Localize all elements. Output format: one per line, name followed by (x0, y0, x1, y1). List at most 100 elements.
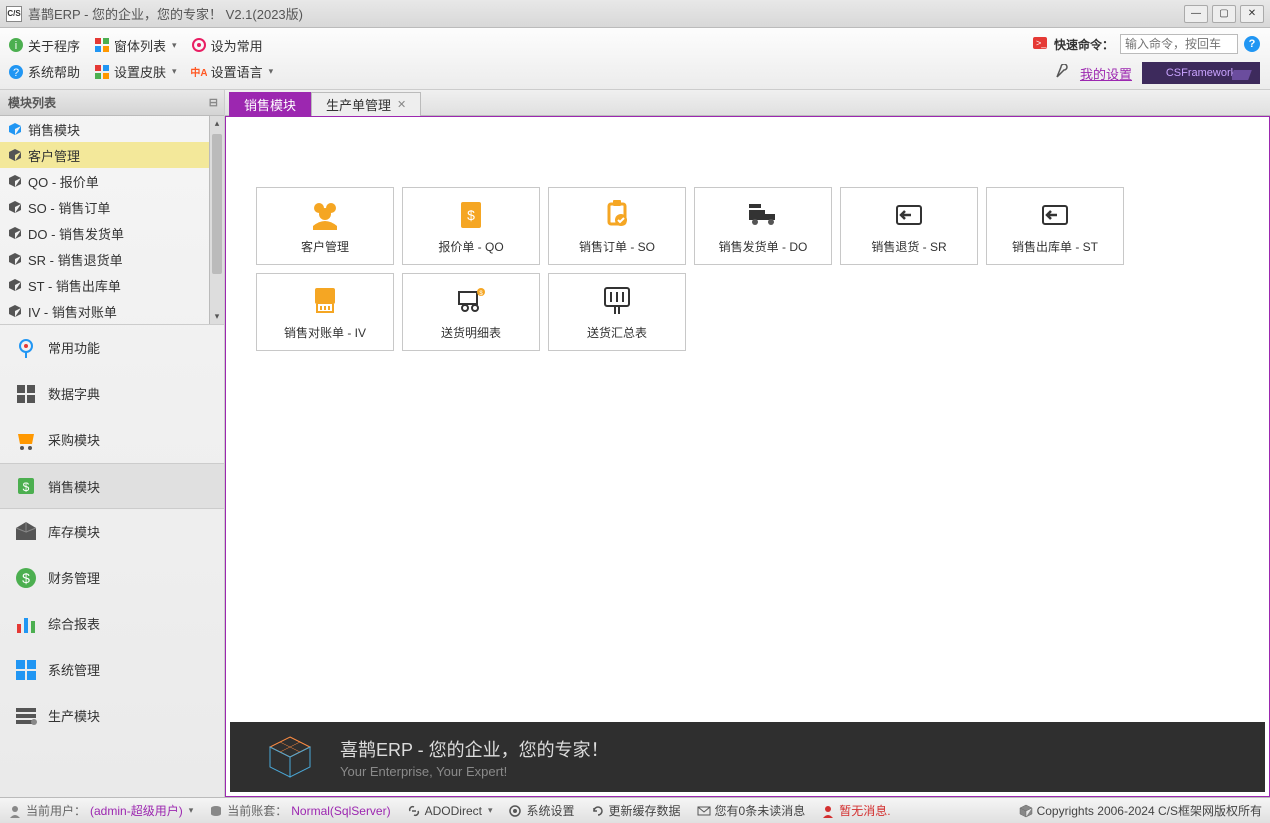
cube-icon (8, 252, 22, 266)
tile-invoice[interactable]: 销售对账单 - IV (256, 273, 394, 351)
toolbar: i 关于程序 窗体列表▾ 设为常用 ? 系统帮助 设置皮肤▾ 中A 设置语言▾ … (0, 28, 1270, 90)
tile-truck[interactable]: 销售发货单 - DO (694, 187, 832, 265)
tile-label: 送货汇总表 (587, 324, 647, 341)
close-button[interactable]: ✕ (1240, 5, 1264, 23)
windows-list-button[interactable]: 窗体列表▾ (94, 36, 177, 55)
tile-summary[interactable]: 送货汇总表 (548, 273, 686, 351)
sb-refresh[interactable]: 更新缓存数据 (591, 802, 681, 819)
sb-db-label: 当前账套： (227, 802, 287, 819)
tree-item-label: 客户管理 (28, 146, 80, 165)
tile-return[interactable]: 销售退货 - SR (840, 187, 978, 265)
tile-users[interactable]: 客户管理 (256, 187, 394, 265)
my-settings-link[interactable]: 我的设置 (1080, 64, 1132, 83)
close-icon[interactable]: ✕ (397, 98, 406, 111)
about-button[interactable]: i 关于程序 (8, 36, 80, 55)
tree-item-label: DO - 销售发货单 (28, 224, 124, 243)
tile-label: 销售订单 - SO (579, 238, 655, 255)
tile-order[interactable]: 销售订单 - SO (548, 187, 686, 265)
language-button[interactable]: 中A 设置语言▾ (191, 62, 274, 81)
nav-module-production[interactable]: 生产模块 (0, 693, 224, 739)
cube-icon (8, 122, 22, 136)
nav-module-pin[interactable]: 常用功能 (0, 325, 224, 371)
skin-label: 设置皮肤 (114, 62, 166, 81)
svg-text:>_: >_ (1036, 38, 1047, 48)
nav-module-dict[interactable]: 数据字典 (0, 371, 224, 417)
tree-item[interactable]: DO - 销售发货单 (0, 220, 224, 246)
tabs: 销售模块生产单管理 ✕ (225, 90, 1270, 116)
set-default-button[interactable]: 设为常用 (191, 36, 263, 55)
tree-item[interactable]: 销售模块 (0, 116, 224, 142)
skin-button[interactable]: 设置皮肤▾ (94, 62, 177, 81)
banner-subtitle: Your Enterprise, Your Expert! (340, 764, 609, 779)
tree-item[interactable]: 客户管理 (0, 142, 224, 168)
window-title: 喜鹊ERP - 您的企业，您的专家！ V2.1(2023版) (28, 4, 1184, 23)
tree-item[interactable]: QO - 报价单 (0, 168, 224, 194)
sb-ado-label: ADODirect (425, 804, 482, 818)
module-tree: « ▴▾ 销售模块客户管理QO - 报价单SO - 销售订单DO - 销售发货单… (0, 116, 224, 325)
return-icon (891, 198, 927, 230)
cart-icon (14, 428, 38, 452)
svg-text:$: $ (23, 480, 30, 494)
sb-unread-label: 您有0条未读消息 (715, 802, 806, 819)
tree-item[interactable]: SR - 销售退货单 (0, 246, 224, 272)
sb-user[interactable]: 当前用户：(admin-超级用户)▾ (8, 802, 193, 819)
cube-icon (8, 148, 22, 162)
nav-module-sales[interactable]: $销售模块 (0, 463, 224, 509)
cube-icon (8, 226, 22, 240)
tile-label: 销售退货 - SR (871, 238, 946, 255)
sb-settings[interactable]: 系统设置 (508, 802, 574, 819)
svg-text:?: ? (13, 67, 19, 79)
csframework-label: CSFramework (1166, 67, 1236, 79)
tree-scrollbar[interactable]: ▴▾ (209, 116, 224, 324)
info-icon: i (8, 37, 24, 53)
user-icon (8, 804, 22, 818)
tile-label: 销售对账单 - IV (284, 324, 366, 341)
help-button[interactable]: ? 系统帮助 (8, 62, 80, 81)
titlebar: C/S 喜鹊ERP - 您的企业，您的专家！ V2.1(2023版) — ▢ ✕ (0, 0, 1270, 28)
nav-module-report[interactable]: 综合报表 (0, 601, 224, 647)
sb-unread[interactable]: 您有0条未读消息 (697, 802, 806, 819)
palette-icon (94, 64, 110, 80)
tab-label: 生产单管理 (326, 95, 391, 114)
tile-delivery[interactable]: $送货明细表 (402, 273, 540, 351)
sb-settings-label: 系统设置 (526, 802, 574, 819)
quick-help-icon[interactable]: ? (1244, 36, 1260, 52)
quick-cmd-input[interactable] (1120, 34, 1238, 54)
sidebar-header: 模块列表 ⊟ (0, 90, 224, 116)
tree-item[interactable]: IV - 销售对账单▾ (0, 298, 224, 324)
tab[interactable]: 销售模块 (229, 92, 311, 116)
main: 模块列表 ⊟ « ▴▾ 销售模块客户管理QO - 报价单SO - 销售订单DO … (0, 90, 1270, 797)
windows-label: 窗体列表 (114, 36, 166, 55)
system-icon (14, 658, 38, 682)
pin-icon[interactable]: ⊟ (209, 96, 218, 109)
sb-ado[interactable]: ADODirect▾ (407, 804, 493, 818)
help-icon: ? (8, 64, 24, 80)
language-label: 设置语言 (211, 62, 263, 81)
nav-module-inventory[interactable]: 库存模块 (0, 509, 224, 555)
database-icon (209, 804, 223, 818)
tile-outbound[interactable]: 销售出库单 - ST (986, 187, 1124, 265)
nav-module-system[interactable]: 系统管理 (0, 647, 224, 693)
tree-item[interactable]: ST - 销售出库单 (0, 272, 224, 298)
content: 销售模块生产单管理 ✕ 客户管理$报价单 - QO 销售订单 - SO 销售发货单 -… (225, 90, 1270, 797)
about-label: 关于程序 (28, 36, 80, 55)
minimize-button[interactable]: — (1184, 5, 1208, 23)
link-icon (407, 804, 421, 818)
svg-text:i: i (15, 40, 17, 52)
sb-nomsg: 暂无消息. (821, 802, 890, 819)
tile-label: 销售发货单 - DO (719, 238, 808, 255)
mail-icon (697, 804, 711, 818)
sb-db-value: Normal(SqlServer) (291, 804, 390, 818)
tree-item[interactable]: SO - 销售订单 (0, 194, 224, 220)
outbound-icon (1037, 198, 1073, 230)
tree-item-label: ST - 销售出库单 (28, 276, 121, 295)
svg-text:$: $ (22, 570, 30, 586)
footer-banner: 喜鹊ERP - 您的企业，您的专家！ Your Enterprise, Your… (230, 722, 1265, 792)
nav-module-finance[interactable]: $财务管理 (0, 555, 224, 601)
tile-quote[interactable]: $报价单 - QO (402, 187, 540, 265)
sb-refresh-label: 更新缓存数据 (609, 802, 681, 819)
maximize-button[interactable]: ▢ (1212, 5, 1236, 23)
summary-icon (599, 284, 635, 316)
tab[interactable]: 生产单管理 ✕ (311, 92, 421, 116)
nav-module-cart[interactable]: 采购模块 (0, 417, 224, 463)
